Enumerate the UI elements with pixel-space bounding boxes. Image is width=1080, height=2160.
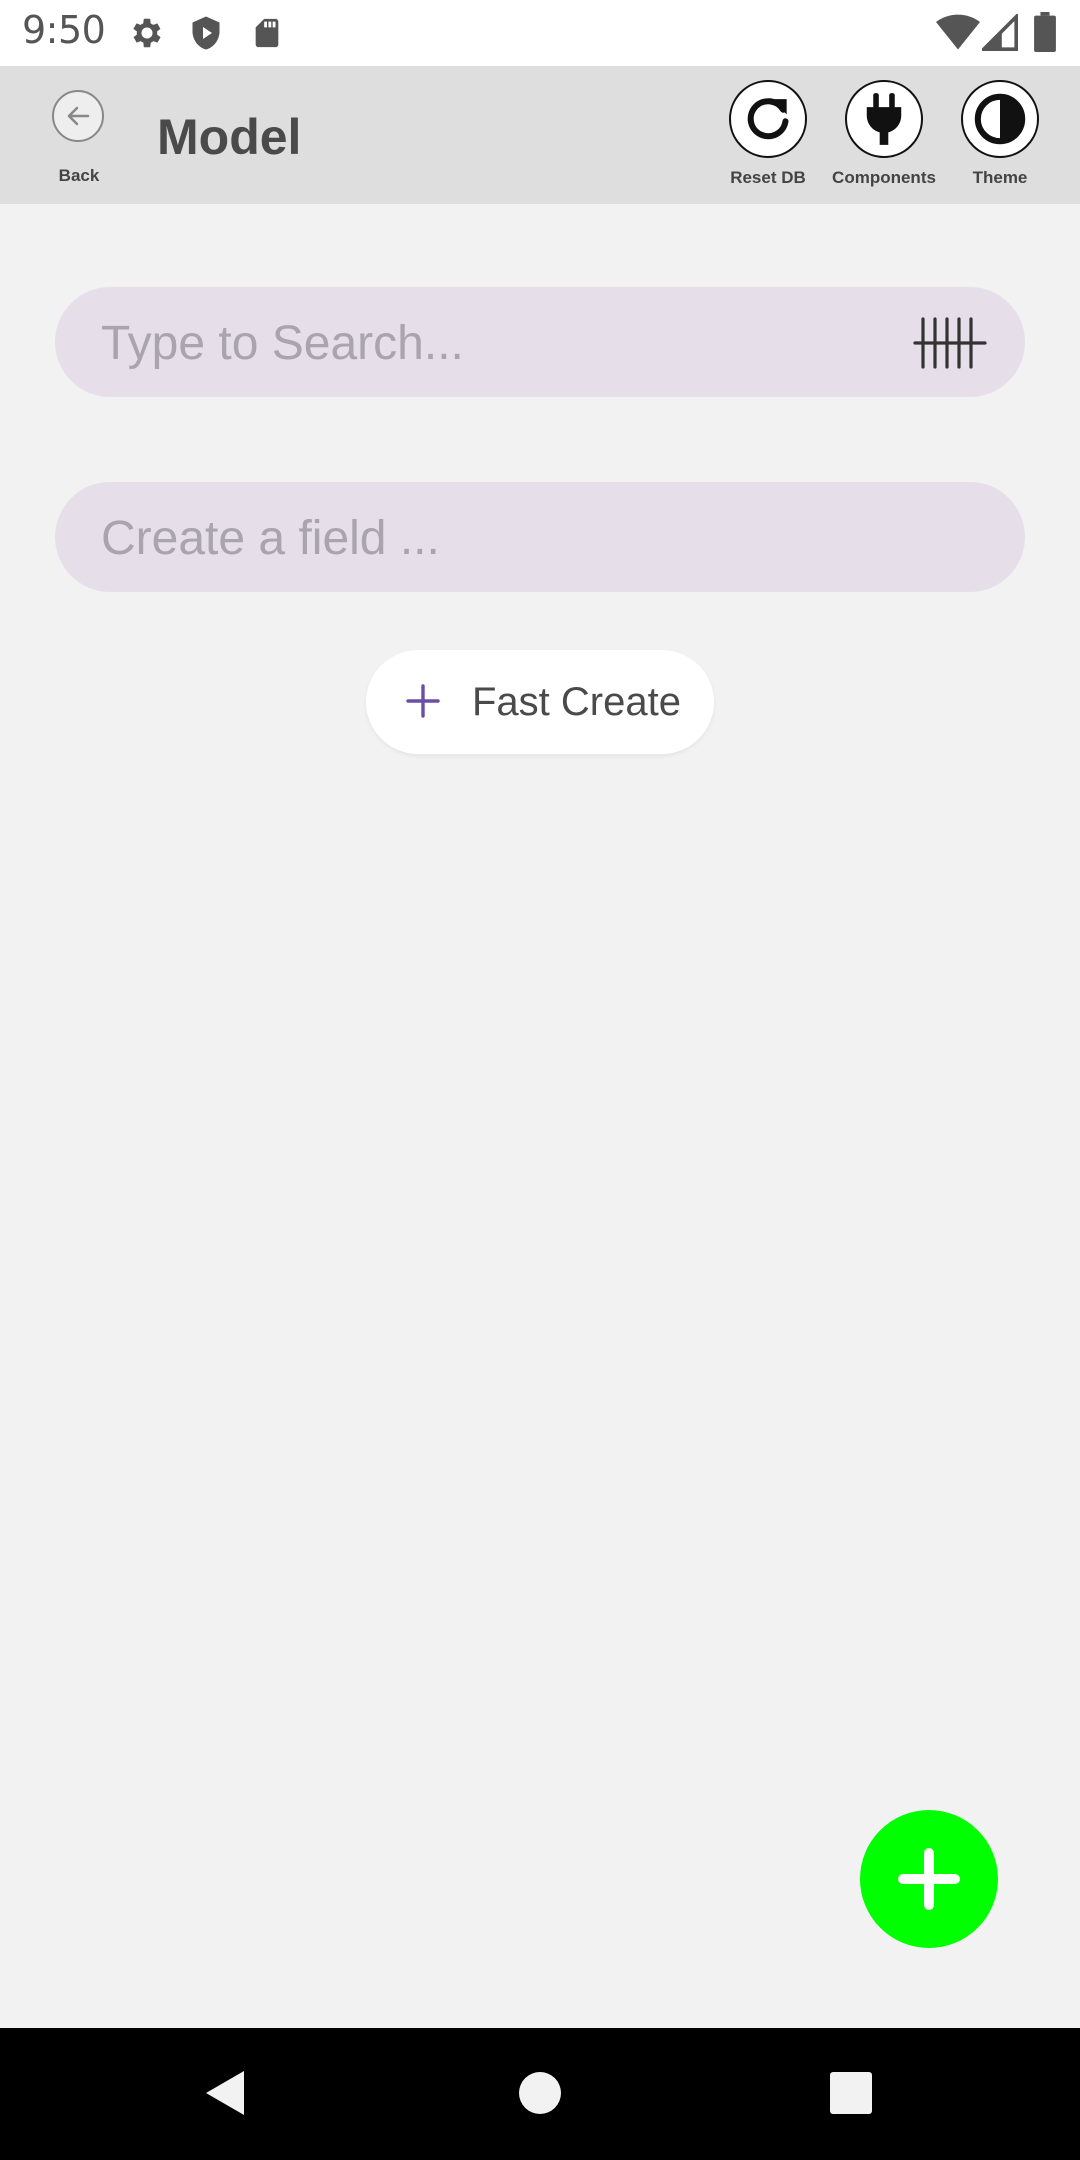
gear-icon (128, 14, 166, 57)
sd-card-icon (250, 14, 284, 57)
home-circle-icon (519, 2072, 561, 2114)
create-field-input[interactable] (99, 482, 923, 594)
page-title: Model (157, 109, 302, 165)
status-bar: 9:50 (0, 0, 1080, 66)
back-label: Back (58, 166, 100, 185)
fast-create-label: Fast Create (472, 680, 681, 724)
contrast-icon (961, 80, 1039, 158)
create-field (55, 482, 1025, 594)
reset-db-label: Reset DB (730, 168, 806, 187)
components-button[interactable]: Components (819, 80, 949, 200)
app-bar: Back Model Reset DB Components Theme (0, 66, 1080, 204)
wifi-icon (936, 14, 980, 57)
back-triangle-icon (206, 2071, 244, 2115)
screen: 9:50 Back Model Reset DB Components Them… (0, 0, 1080, 2160)
fast-create-button[interactable]: Fast Create (366, 650, 714, 754)
components-label: Components (832, 168, 936, 187)
tally-icon[interactable] (913, 317, 987, 374)
nav-home-button[interactable] (505, 2058, 575, 2128)
search-field (55, 287, 1025, 399)
nav-back-button[interactable] (190, 2058, 260, 2128)
refresh-icon (729, 80, 807, 158)
navigation-bar (0, 2028, 1080, 2160)
plug-icon (845, 80, 923, 158)
recents-square-icon (830, 2072, 872, 2114)
nav-recents-button[interactable] (816, 2058, 886, 2128)
signal-icon (979, 12, 1018, 57)
back-button[interactable]: Back (40, 88, 120, 198)
status-time: 9:50 (22, 8, 106, 52)
reset-db-button[interactable]: Reset DB (703, 80, 833, 200)
add-fab-button[interactable] (860, 1810, 998, 1948)
shield-play-icon (188, 14, 224, 57)
theme-button[interactable]: Theme (935, 80, 1065, 200)
plus-icon (406, 684, 440, 723)
search-input[interactable] (99, 287, 923, 399)
back-arrow-icon (52, 90, 104, 142)
battery-icon (1034, 12, 1056, 57)
theme-label: Theme (972, 168, 1028, 187)
plus-icon (898, 1848, 960, 1910)
